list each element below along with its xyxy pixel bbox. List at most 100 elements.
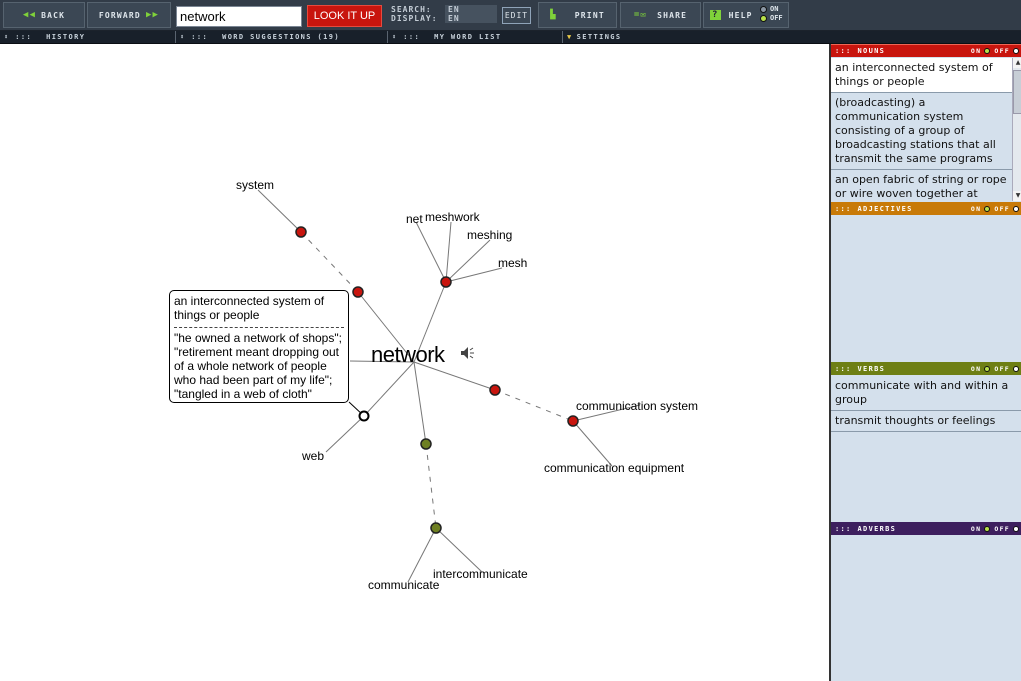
speaker-icon[interactable] [461,347,474,359]
look-it-up-button[interactable]: LOOK IT UP [307,5,382,27]
noun-node[interactable] [567,415,579,427]
off-label: OFF [994,47,1010,55]
verbs-on-toggle[interactable]: ON [971,365,991,373]
adjectives-off-toggle[interactable]: OFF [994,205,1019,213]
adverbs-header[interactable]: ::: ADVERBS ON OFF [831,522,1021,535]
help-off-label: OFF [770,14,783,22]
scroll-up-icon[interactable]: ▲ [1013,58,1021,68]
wordlist-label: MY WORD LIST [434,33,502,41]
search-input[interactable] [176,6,302,27]
word-meshwork[interactable]: meshwork [425,210,481,224]
noun-node[interactable] [352,286,364,298]
updown-icon: ⬍ ::: [392,33,421,41]
adjectives-on-toggle[interactable]: ON [970,204,991,213]
word-communication-system[interactable]: communication system [576,399,698,413]
nouns-title: NOUNS [857,47,886,55]
tab-word-suggestions[interactable]: ⬍ ::: WORD SUGGESTIONS (19) [175,31,387,43]
noun-definition[interactable]: (broadcasting) a communication system co… [831,93,1012,170]
verb-definition[interactable]: transmit thoughts or feelings [831,411,1021,432]
radio-off-icon [760,6,767,13]
edge [445,239,491,283]
edge [445,267,503,283]
edge [415,221,447,283]
adverbs-title: ADVERBS [857,524,897,533]
display-lang-label: DISPLAY: [391,14,438,23]
back-arrows-icon: ◀◀ [22,10,37,20]
word-system[interactable]: system [236,178,274,192]
edge [435,527,483,573]
word-communication-equipment[interactable]: communication equipment [544,461,685,475]
off-label: OFF [994,524,1010,533]
edge-dashed [300,231,359,293]
definition-tooltip: an interconnected system of things or pe… [169,290,349,403]
on-label: ON [970,204,982,213]
display-lang-value: EN [445,14,497,23]
verb-definition[interactable]: communicate with and within a group [831,376,1021,411]
grip-icon: ::: [835,204,852,213]
language-settings: SEARCH: EN DISPLAY: EN [391,5,497,23]
edge [325,415,365,453]
verb-node[interactable] [430,522,442,534]
noun-definition[interactable]: an open fabric of string or rope or wire… [831,170,1012,201]
word-web[interactable]: web [301,449,324,463]
nouns-header[interactable]: ::: NOUNS ON OFF [831,44,1021,57]
word-net[interactable]: net [406,212,423,226]
back-button[interactable]: ◀◀ BACK [3,2,85,28]
word-meshing[interactable]: meshing [467,228,512,242]
center-word[interactable]: network [371,342,447,367]
back-label: BACK [41,10,66,20]
grip-icon: ::: [835,364,852,373]
verb-node[interactable] [420,438,432,450]
edge-dashed [494,389,574,422]
radio-off-icon [1013,205,1019,212]
noun-definition[interactable]: an interconnected system of things or pe… [831,58,1012,93]
triangle-down-icon: ▼ [567,33,573,41]
radio-on-icon [760,15,767,22]
scroll-down-icon[interactable]: ▼ [1013,191,1021,201]
verbs-header[interactable]: ::: VERBS ON OFF [831,362,1021,375]
edit-language-button[interactable]: EDIT [502,7,531,24]
help-off-toggle[interactable]: OFF [760,14,783,23]
radio-on-icon [984,48,991,54]
edge [257,189,302,233]
forward-button[interactable]: FORWARD ▶▶ [87,2,171,28]
nouns-scrollbar[interactable]: ▲ ▼ [1012,58,1021,201]
edge [445,221,452,283]
updown-icon: ⬍ ::: [4,33,33,41]
adverbs-off-toggle[interactable]: OFF [994,525,1019,533]
radio-on-icon [984,205,991,212]
radio-on-icon [984,525,991,532]
adverbs-on-toggle[interactable]: ON [970,524,991,533]
help-toggle: ON OFF [760,5,783,23]
panel-bar: ⬍ ::: HISTORY ⬍ ::: WORD SUGGESTIONS (19… [0,31,1021,44]
grip-icon: ::: [835,524,852,533]
nouns-off-toggle[interactable]: OFF [994,47,1019,55]
word-mesh[interactable]: mesh [498,256,527,270]
nouns-list: an interconnected system of things or pe… [831,58,1012,201]
verbs-off-toggle[interactable]: OFF [994,365,1019,373]
off-label: OFF [994,204,1010,213]
print-button[interactable]: ▙ PRINT [538,2,617,28]
selected-node[interactable] [358,410,370,422]
tab-settings[interactable]: ▼ SETTINGS [562,31,762,43]
share-button[interactable]: =✉ SHARE [620,2,701,28]
toolbar: ◀◀ BACK FORWARD ▶▶ LOOK IT UP SEARCH: EN … [0,0,1021,31]
suggestions-label: WORD SUGGESTIONS (19) [222,33,340,41]
help-on-label: ON [770,5,779,13]
tab-history[interactable]: ⬍ ::: HISTORY [0,31,175,43]
adjectives-header[interactable]: ::: ADJECTIVES ON OFF [831,202,1021,215]
scroll-thumb[interactable] [1013,70,1021,114]
radio-on-icon [984,365,991,372]
tab-my-word-list[interactable]: ⬍ ::: MY WORD LIST [387,31,562,43]
word-communicate[interactable]: communicate [368,578,440,592]
settings-label: SETTINGS [576,33,622,41]
help-label: HELP [728,10,753,20]
nouns-on-toggle[interactable]: ON [971,47,991,55]
print-label: PRINT [574,10,605,20]
word-intercommunicate[interactable]: intercommunicate [433,567,528,581]
help-on-toggle[interactable]: ON [760,5,783,14]
on-label: ON [970,524,982,533]
noun-node[interactable] [489,384,501,396]
noun-node[interactable] [440,276,452,288]
noun-node[interactable] [295,226,307,238]
